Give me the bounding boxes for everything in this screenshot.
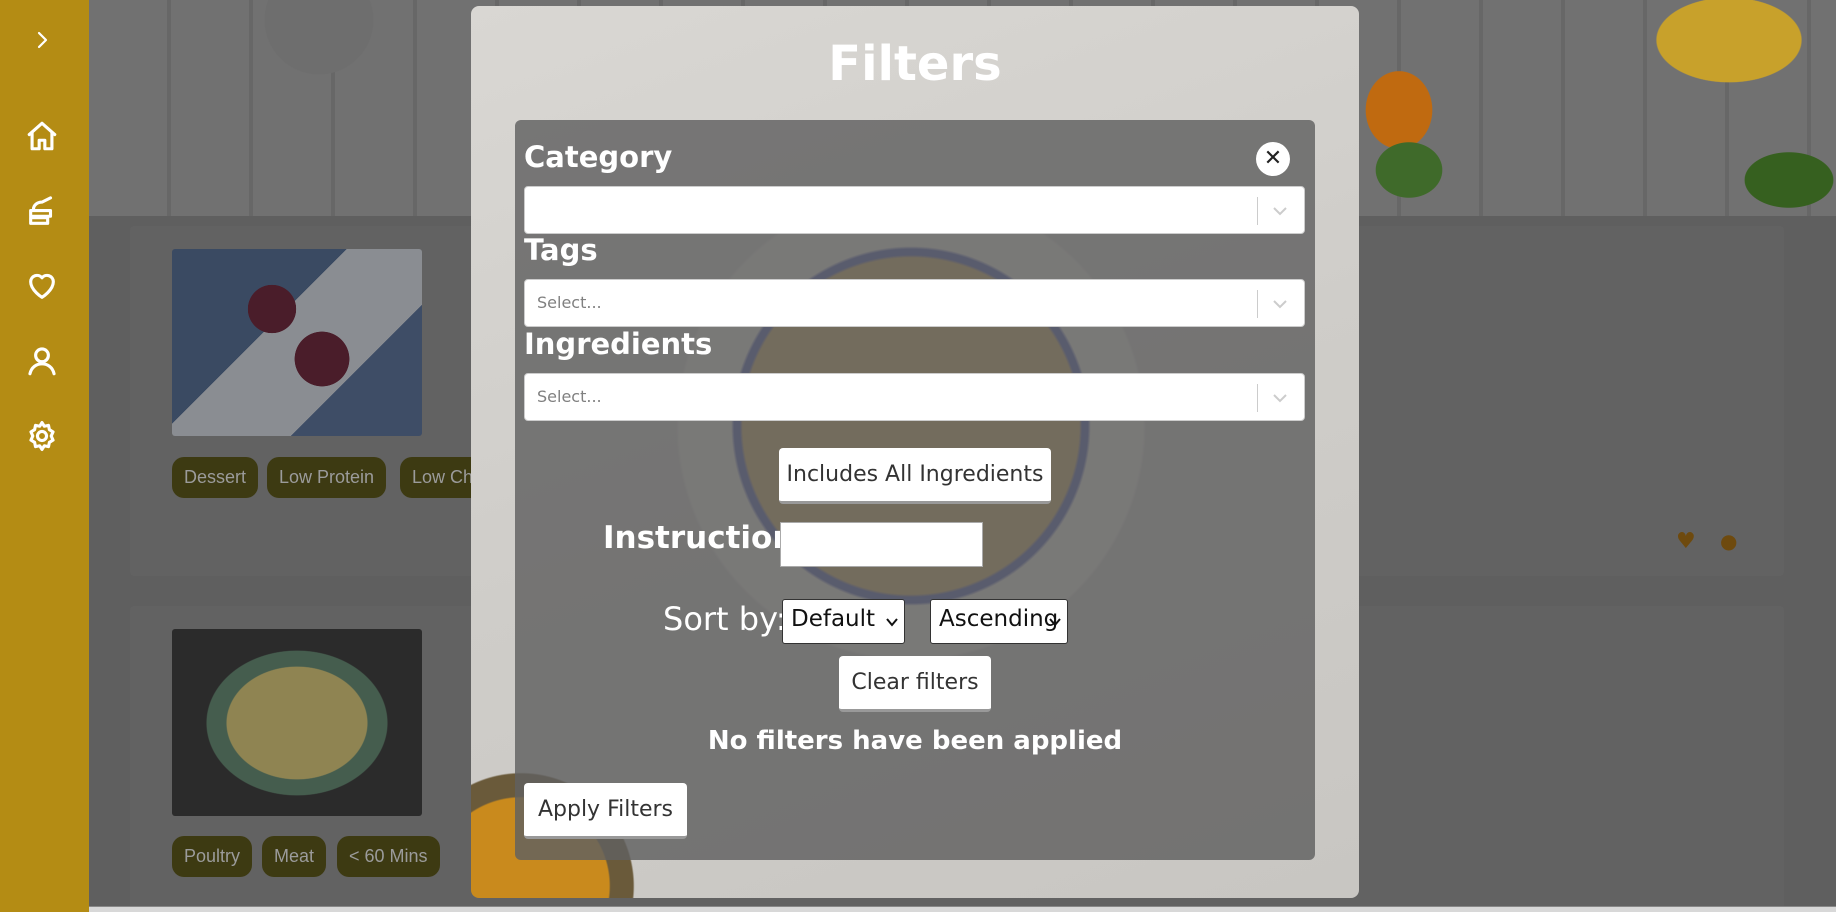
chevron-down-icon[interactable] — [1268, 199, 1292, 223]
sort-field-select[interactable]: Default — [782, 599, 905, 644]
category-select[interactable] — [524, 186, 1305, 234]
tags-label: Tags — [524, 233, 598, 267]
close-button[interactable]: ✕ — [1256, 142, 1290, 176]
ingredients-placeholder: Select... — [537, 387, 602, 406]
chevron-right-icon[interactable] — [22, 20, 62, 60]
heart-icon[interactable] — [22, 266, 62, 306]
clear-filters-button[interactable]: Clear filters — [839, 656, 991, 712]
tags-select[interactable]: Select... — [524, 279, 1305, 327]
sort-order-select[interactable]: Ascending — [930, 599, 1068, 644]
recipe-tag[interactable]: Dessert — [172, 457, 259, 498]
filters-panel: ✕ Category Tags Select... Ingredients Se… — [515, 120, 1315, 860]
meal-icon[interactable] — [22, 192, 62, 232]
recipe-tag[interactable]: Poultry — [172, 836, 253, 877]
recipe-thumbnail[interactable] — [172, 249, 422, 436]
modal-title: Filters — [828, 36, 1002, 92]
filters-modal: Filters ✕ Category Tags Select... Ingred… — [471, 6, 1359, 898]
tags-placeholder: Select... — [537, 293, 602, 312]
chevron-down-icon — [886, 618, 898, 627]
sort-field-value: Default — [791, 606, 876, 632]
sidebar — [0, 0, 89, 912]
apply-filters-button[interactable]: Apply Filters — [524, 783, 687, 839]
home-icon[interactable] — [22, 116, 62, 156]
user-icon[interactable] — [22, 341, 62, 381]
sort-order-value: Ascending — [939, 606, 1059, 632]
category-label: Category — [524, 140, 673, 174]
chevron-down-icon — [1049, 618, 1061, 627]
ingredients-label: Ingredients — [524, 327, 713, 361]
select-separator — [1257, 197, 1258, 225]
recipe-tag[interactable]: < 60 Mins — [337, 836, 440, 877]
recipe-tag[interactable]: Low Protein — [267, 457, 387, 498]
ingredients-select[interactable]: Select... — [524, 373, 1305, 421]
info-icon[interactable]: ● — [1720, 529, 1737, 553]
sort-by-label: Sort by: — [663, 600, 787, 638]
chevron-down-icon[interactable] — [1268, 292, 1292, 316]
horizontal-scrollbar[interactable] — [0, 906, 1836, 912]
recipe-thumbnail[interactable] — [172, 629, 422, 816]
instructions-input[interactable] — [780, 522, 983, 567]
favorite-heart-icon[interactable]: ♥ — [1676, 529, 1696, 554]
filter-status-text: No filters have been applied — [707, 726, 1123, 756]
recipe-tag[interactable]: Meat — [262, 836, 327, 877]
select-separator — [1257, 290, 1258, 318]
gear-icon[interactable] — [22, 416, 62, 456]
chevron-down-icon[interactable] — [1268, 386, 1292, 410]
select-separator — [1257, 384, 1258, 412]
includes-all-ingredients-button[interactable]: Includes All Ingredients — [779, 448, 1051, 504]
